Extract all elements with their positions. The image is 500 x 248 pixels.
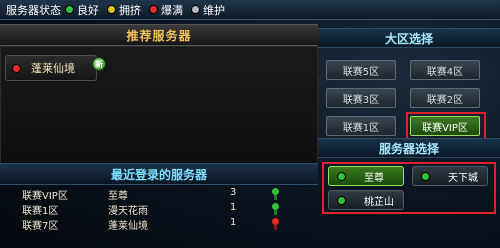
- status-dot-icon: [12, 63, 21, 73]
- zone-button-2[interactable]: 联赛2区: [410, 88, 480, 108]
- server-name: 天下城: [448, 172, 478, 184]
- server-name: 至尊: [364, 172, 384, 184]
- legend-label: 拥挤: [119, 3, 141, 17]
- zone-button-vip[interactable]: 联赛VIP区: [410, 116, 480, 136]
- server-button-taozhishan[interactable]: 桃芷山: [328, 190, 404, 210]
- recent-server-list: 联赛VIP区 至尊 3 联赛1区 漫天花雨 1 联赛7区 蓬莱仙境 1: [0, 186, 318, 232]
- recent-count: 1: [230, 202, 237, 213]
- recent-server-name: 蓬莱仙境: [108, 221, 148, 232]
- status-dot-icon: [337, 171, 346, 181]
- recent-title: 最近登录的服务器: [0, 163, 318, 185]
- recent-zone: 联赛1区: [22, 206, 59, 217]
- status-pin-icon: [272, 188, 279, 200]
- zone-button-1[interactable]: 联赛1区: [326, 116, 396, 136]
- legend-full: 爆满: [149, 2, 183, 18]
- recent-row[interactable]: 联赛7区 蓬莱仙境 1: [0, 216, 318, 232]
- status-dot-icon: [149, 5, 158, 14]
- recent-zone: 联赛7区: [22, 221, 59, 232]
- region-select-title: 大区选择: [318, 28, 500, 48]
- server-button-zhizun[interactable]: 至尊: [328, 166, 404, 186]
- legend-good: 良好: [65, 2, 99, 18]
- legend-crowded: 拥挤: [107, 2, 141, 18]
- recommended-area: 蓬莱仙境 新: [0, 46, 318, 178]
- status-dot-icon: [191, 5, 200, 14]
- zone-button-4[interactable]: 联赛4区: [410, 60, 480, 80]
- zone-button-5[interactable]: 联赛5区: [326, 60, 396, 80]
- legend-label: 良好: [77, 3, 99, 17]
- recommended-server-button[interactable]: 蓬莱仙境 新: [5, 55, 106, 81]
- status-dot-icon: [337, 195, 346, 205]
- status-pin-icon: [272, 203, 279, 215]
- recent-zone: 联赛VIP区: [22, 191, 68, 202]
- server-select-title: 服务器选择: [318, 138, 500, 158]
- right-panel: 大区选择 联赛5区 联赛4区 联赛3区 联赛2区 联赛1区 联赛VIP区 服务器…: [318, 20, 500, 248]
- legend-label: 维护: [203, 3, 225, 17]
- status-dot-icon: [107, 5, 116, 14]
- recent-server-name: 漫天花雨: [108, 206, 148, 217]
- server-name: 桃芷山: [364, 196, 394, 208]
- recent-row[interactable]: 联赛1区 漫天花雨 1: [0, 201, 318, 217]
- status-pin-icon: [272, 218, 279, 230]
- status-bar-label: 服务器状态: [6, 3, 61, 17]
- recent-count: 1: [230, 217, 237, 228]
- recommended-title: 推荐服务器: [0, 24, 318, 46]
- legend-maintenance: 维护: [191, 2, 225, 18]
- new-badge-icon: 新: [92, 57, 106, 71]
- server-select-screen: 叶子猪 QQxl.yzz.cn 叶子猪 QQxl.yzz.cn 服务器状态 良好…: [0, 0, 500, 248]
- legend-label: 爆满: [161, 3, 183, 17]
- recent-server-name: 至尊: [108, 191, 128, 202]
- recent-count: 3: [230, 187, 237, 198]
- recent-row[interactable]: 联赛VIP区 至尊 3: [0, 186, 318, 202]
- zone-button-3[interactable]: 联赛3区: [326, 88, 396, 108]
- server-button-tianxiacheng[interactable]: 天下城: [412, 166, 488, 186]
- recommended-server-name: 蓬莱仙境: [31, 62, 75, 75]
- server-status-bar: 服务器状态 良好 拥挤 爆满 维护: [0, 0, 500, 20]
- left-panel: 推荐服务器 蓬莱仙境 新 最近登录的服务器 联赛VIP区 至尊 3 联赛1区 漫…: [0, 20, 318, 248]
- status-dot-icon: [421, 171, 430, 181]
- status-dot-icon: [65, 5, 74, 14]
